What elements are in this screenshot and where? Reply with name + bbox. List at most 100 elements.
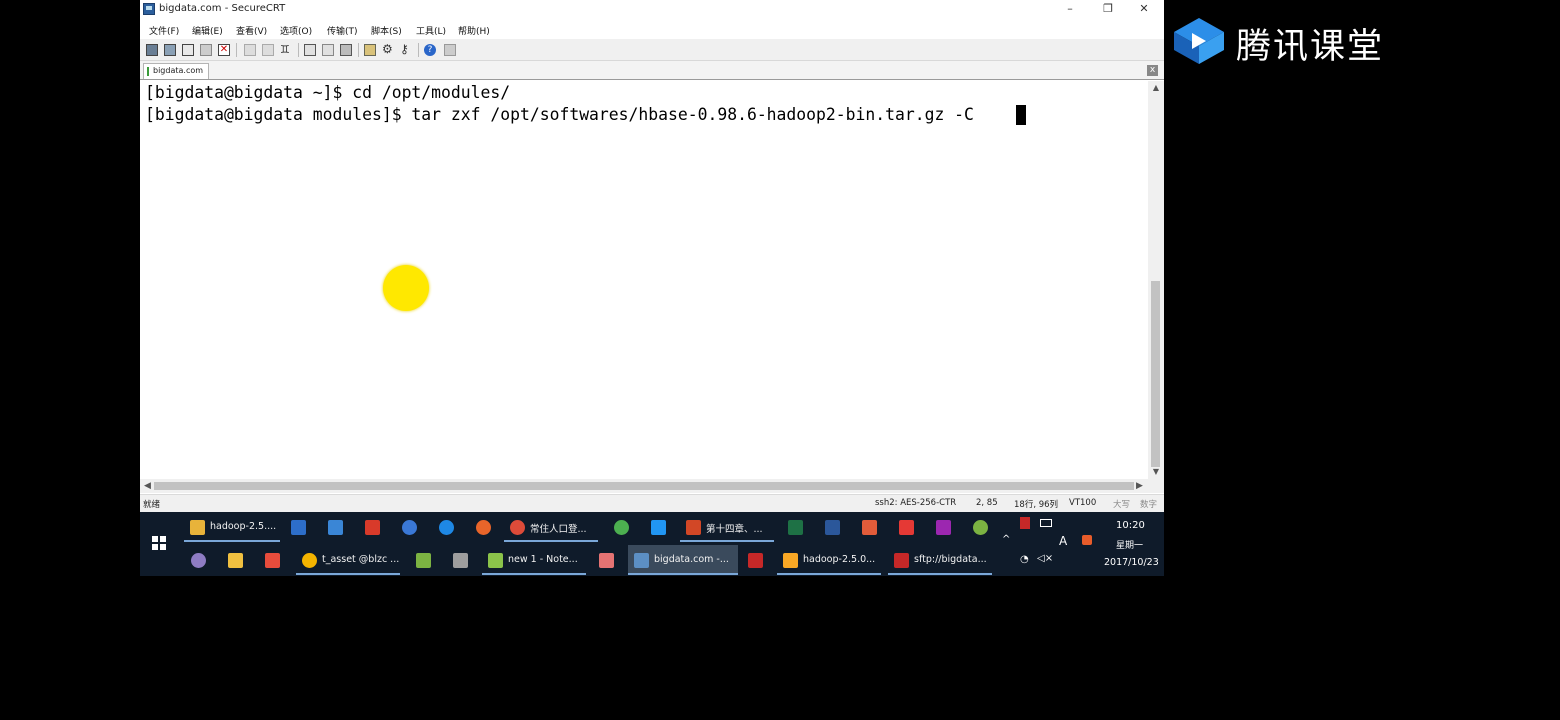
- scroll-down-icon[interactable]: ▼: [1148, 467, 1164, 476]
- terminal-cursor: [1016, 105, 1026, 125]
- clock-day[interactable]: 星期一: [1116, 538, 1143, 551]
- menu-view[interactable]: 查看(V): [236, 24, 267, 37]
- taskbar-item-axure[interactable]: [930, 512, 958, 542]
- taskbar-item-app[interactable]: [259, 545, 287, 575]
- taskbar-item-securecrt[interactable]: bigdata.com -...: [628, 545, 738, 575]
- watermark-text: 腾讯课堂: [1236, 27, 1385, 67]
- taskbar-item-app[interactable]: [222, 545, 250, 575]
- battery-icon[interactable]: [1040, 519, 1052, 527]
- find-icon[interactable]: ♊: [280, 44, 292, 56]
- app-icon: [973, 520, 988, 535]
- app-icon: [191, 553, 206, 568]
- app-icon: [614, 520, 629, 535]
- session-options-icon[interactable]: [364, 44, 376, 56]
- app-icon: [599, 553, 614, 568]
- quick-connect-icon[interactable]: [164, 44, 176, 56]
- app-icon: [228, 553, 243, 568]
- taskbar-item-app[interactable]: [645, 512, 673, 542]
- copy-icon[interactable]: [244, 44, 256, 56]
- terminal-output[interactable]: [bigdata@bigdata ~]$ cd /opt/modules/ [b…: [140, 81, 1148, 479]
- print-setup-icon[interactable]: [304, 44, 316, 56]
- scroll-left-icon[interactable]: ◀: [144, 479, 151, 493]
- restore-button[interactable]: ❐: [1090, 0, 1126, 19]
- clock-time[interactable]: 10:20: [1116, 520, 1145, 531]
- windows-start-icon[interactable]: [152, 536, 166, 550]
- pycharm-icon: [416, 553, 431, 568]
- taskbar-item-app[interactable]: [359, 512, 387, 542]
- taskbar-item-app[interactable]: [856, 512, 884, 542]
- menu-tools[interactable]: 工具(L): [416, 24, 446, 37]
- app-icon: [862, 520, 877, 535]
- taskbar-item-xmind[interactable]: [893, 512, 921, 542]
- menu-script[interactable]: 脚本(S): [371, 24, 402, 37]
- menu-options[interactable]: 选项(O): [280, 24, 312, 37]
- paste-icon[interactable]: [262, 44, 274, 56]
- status-cursor-pos: 2, 85: [976, 498, 998, 508]
- taskbar-item-pycharm[interactable]: [410, 545, 438, 575]
- taskbar-item-firefox[interactable]: [470, 512, 498, 542]
- print-icon[interactable]: [340, 44, 352, 56]
- vertical-scroll-thumb[interactable]: [1151, 281, 1160, 467]
- minimize-button[interactable]: –: [1052, 0, 1088, 19]
- taskbar-item-powerpoint[interactable]: 第十四章、...: [680, 512, 774, 542]
- taskbar-item-notepad[interactable]: new 1 - Note...: [482, 545, 586, 575]
- taskbar-item-hadoop-browser[interactable]: hadoop-2.5.0...: [777, 545, 881, 575]
- taskbar-item-app[interactable]: [967, 512, 995, 542]
- vertical-scrollbar[interactable]: ▲ ▼: [1148, 81, 1164, 479]
- horizontal-scrollbar[interactable]: ◀ ▶: [140, 479, 1148, 493]
- help-icon[interactable]: ?: [424, 44, 436, 56]
- browser-icon: [783, 553, 798, 568]
- tray-app-icon[interactable]: [1020, 517, 1030, 529]
- show-hidden-icons-icon[interactable]: ^: [1002, 534, 1010, 545]
- menu-help[interactable]: 帮助(H): [458, 24, 490, 37]
- wifi-icon[interactable]: ◔: [1020, 554, 1029, 565]
- taskbar-item-intellij[interactable]: [447, 545, 475, 575]
- toolbar-more-icon[interactable]: [444, 44, 456, 56]
- taskbar-item-t-asset[interactable]: t_asset @blzc ...: [296, 545, 400, 575]
- taskbar-item-excel[interactable]: [782, 512, 810, 542]
- connect-in-tab-icon[interactable]: [182, 44, 194, 56]
- scroll-up-icon[interactable]: ▲: [1148, 83, 1164, 92]
- taskbar-item-app[interactable]: [396, 512, 424, 542]
- taskbar-item-app[interactable]: [593, 545, 621, 575]
- ime-indicator[interactable]: A: [1059, 534, 1067, 548]
- taskbar-item-app[interactable]: [185, 545, 213, 575]
- menu-file[interactable]: 文件(F): [149, 24, 179, 37]
- tencent-classroom-logo-icon: [1174, 18, 1224, 64]
- scroll-right-icon[interactable]: ▶: [1136, 479, 1143, 493]
- global-options-icon[interactable]: ⚙: [382, 43, 394, 56]
- close-button[interactable]: ✕: [1126, 0, 1162, 19]
- toolbar-separator: [418, 43, 419, 57]
- excel-icon: [788, 520, 803, 535]
- reconnect-icon[interactable]: [200, 44, 212, 56]
- volume-muted-icon[interactable]: ◁×: [1037, 553, 1053, 564]
- disconnect-icon[interactable]: ✕: [218, 44, 230, 56]
- app-icon: [402, 520, 417, 535]
- taskbar-item-ie[interactable]: [433, 512, 461, 542]
- app-icon: [365, 520, 380, 535]
- close-tab-icon[interactable]: x: [1147, 65, 1158, 76]
- notepad-plus-plus-icon: [488, 553, 503, 568]
- scrollbar-corner: [1148, 479, 1164, 493]
- tab-bigdata-com[interactable]: bigdata.com: [143, 63, 209, 79]
- horizontal-scroll-thumb[interactable]: [154, 482, 1134, 490]
- app-icon: [651, 520, 666, 535]
- taskbar-item-word[interactable]: [819, 512, 847, 542]
- sogou-ime-icon[interactable]: [1082, 535, 1092, 545]
- taskbar-item-hadoop-folder[interactable]: hadoop-2.5....: [184, 512, 280, 542]
- print-preview-icon[interactable]: [322, 44, 334, 56]
- taskbar-item-filezilla[interactable]: [742, 545, 770, 575]
- connect-icon[interactable]: [146, 44, 158, 56]
- taskbar-item-app[interactable]: [285, 512, 313, 542]
- menu-edit[interactable]: 编辑(E): [192, 24, 223, 37]
- toolbar-separator: [358, 43, 359, 57]
- menu-transfer[interactable]: 传输(T): [327, 24, 358, 37]
- terminal-line: [bigdata@bigdata modules]$ tar zxf /opt/…: [145, 105, 974, 124]
- key-icon[interactable]: ⚷: [400, 43, 412, 56]
- menu-bar: 文件(F) 编辑(E) 查看(V) 选项(O) 传输(T) 脚本(S) 工具(L…: [140, 19, 1164, 39]
- taskbar-item-app[interactable]: [322, 512, 350, 542]
- taskbar-item-chrome[interactable]: 常住人口登...: [504, 512, 598, 542]
- taskbar-item-sftp[interactable]: sftp://bigdata...: [888, 545, 992, 575]
- clock-date[interactable]: 2017/10/23: [1104, 557, 1159, 568]
- taskbar-item-app[interactable]: [608, 512, 636, 542]
